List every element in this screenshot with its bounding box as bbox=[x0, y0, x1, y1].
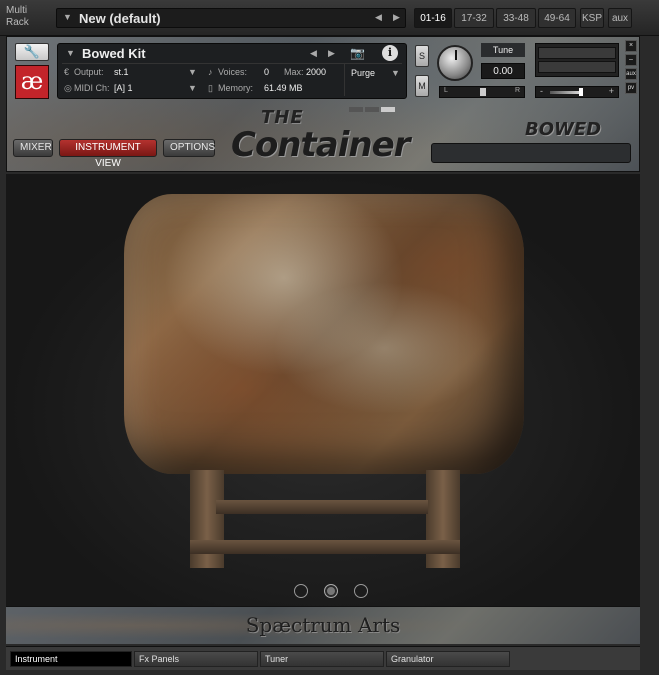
drum-stand-bar bbox=[216, 500, 428, 514]
solo-button[interactable]: S bbox=[415, 45, 429, 67]
volume-minus: - bbox=[540, 86, 543, 96]
output-value[interactable]: st.1 bbox=[114, 67, 129, 77]
meter-left bbox=[538, 47, 616, 59]
purge-control[interactable]: Purge ▼ bbox=[344, 64, 404, 112]
chevron-down-icon[interactable]: ▼ bbox=[63, 12, 72, 22]
output-icon: € bbox=[64, 67, 70, 77]
pan-handle[interactable] bbox=[480, 88, 486, 96]
title-container: Container bbox=[231, 125, 410, 165]
memory-value: 61.49 MB bbox=[264, 83, 303, 93]
instrument-view-button[interactable]: INSTRUMENT VIEW bbox=[59, 139, 157, 169]
multi-rack-label: Multi Rack bbox=[6, 5, 29, 28]
voices-label: Voices: bbox=[218, 67, 248, 77]
aux-toggle[interactable]: aux bbox=[625, 68, 637, 80]
volume-plus: + bbox=[608, 86, 614, 96]
kit-display-bar bbox=[431, 143, 631, 163]
tune-knob[interactable] bbox=[437, 45, 473, 81]
pan-slider[interactable]: L R bbox=[439, 86, 525, 98]
drum-stand-bar bbox=[190, 540, 460, 554]
volume-handle[interactable] bbox=[578, 88, 583, 96]
instrument-main-view bbox=[6, 174, 640, 606]
meter-right bbox=[538, 61, 616, 73]
chevron-down-icon[interactable]: ▼ bbox=[66, 48, 75, 58]
tune-label: Tune bbox=[481, 43, 525, 57]
bottom-tab-bar: Instrument Fx Panels Tuner Granulator bbox=[6, 646, 640, 670]
info-icon[interactable]: i bbox=[382, 45, 398, 61]
multi-rack-bar: Multi Rack ▼ New (default) ◀ ▶ 01-16 17-… bbox=[0, 0, 659, 36]
tune-value[interactable]: 0.00 bbox=[481, 63, 525, 79]
max-voices-label: Max: bbox=[284, 67, 304, 77]
midi-channel-label: MIDI Ch: bbox=[74, 83, 110, 93]
rack-tab-01-16[interactable]: 01-16 bbox=[414, 8, 452, 28]
rack-tab-33-48[interactable]: 33-48 bbox=[496, 8, 536, 28]
chevron-right-icon[interactable]: ▶ bbox=[328, 48, 335, 59]
volume-fill bbox=[550, 91, 581, 94]
chevron-down-icon[interactable]: ▼ bbox=[391, 68, 400, 78]
tab-instrument[interactable]: Instrument bbox=[10, 651, 132, 667]
drum-image[interactable] bbox=[124, 194, 524, 474]
voices-icon: ♪ bbox=[208, 67, 213, 77]
rack-name-selector[interactable]: ▼ New (default) ◀ ▶ bbox=[56, 8, 406, 28]
minimize-icon[interactable]: – bbox=[625, 54, 637, 66]
midi-icon: ◎ bbox=[64, 83, 72, 93]
page-dot-active[interactable] bbox=[324, 584, 338, 598]
purge-meter bbox=[349, 107, 363, 112]
page-dot[interactable] bbox=[294, 584, 308, 598]
chevron-down-icon[interactable]: ▼ bbox=[188, 83, 197, 93]
tab-fx-panels[interactable]: Fx Panels bbox=[134, 651, 258, 667]
max-voices-value[interactable]: 2000 bbox=[306, 67, 326, 77]
output-label: Output: bbox=[74, 67, 104, 77]
chevron-down-icon[interactable]: ▼ bbox=[188, 67, 197, 77]
pv-toggle[interactable]: pv bbox=[625, 82, 637, 94]
rack-tab-17-32[interactable]: 17-32 bbox=[454, 8, 494, 28]
voices-value: 0 bbox=[264, 67, 270, 77]
purge-label[interactable]: Purge bbox=[351, 68, 375, 78]
purge-meter bbox=[365, 107, 379, 112]
volume-slider[interactable]: - + bbox=[535, 86, 619, 98]
pan-right-label: R bbox=[514, 87, 520, 94]
mute-button[interactable]: M bbox=[415, 75, 429, 97]
rack-tab-49-64[interactable]: 49-64 bbox=[538, 8, 576, 28]
pan-left-label: L bbox=[444, 87, 448, 94]
options-button[interactable]: OPTIONS bbox=[163, 139, 215, 157]
purge-meter bbox=[381, 107, 395, 112]
instrument-name[interactable]: Bowed Kit bbox=[82, 46, 146, 61]
memory-icon: ▯ bbox=[208, 83, 213, 93]
wrench-icon[interactable]: 🔧 bbox=[15, 43, 49, 61]
instrument-info-panel: ▼ Bowed Kit ◀ ▶ 📷 i € Output: st.1 ▼ ♪ V… bbox=[57, 43, 407, 112]
chevron-left-icon[interactable]: ◀ bbox=[375, 12, 382, 23]
level-meter bbox=[535, 43, 619, 77]
memory-label: Memory: bbox=[218, 83, 254, 93]
tab-granulator[interactable]: Granulator bbox=[386, 651, 510, 667]
instrument-header: 🔧 æ ▼ Bowed Kit ◀ ▶ 📷 i € Output: st.1 ▼… bbox=[6, 36, 640, 172]
rack-tab-ksp[interactable]: KSP bbox=[580, 8, 604, 28]
close-icon[interactable]: × bbox=[625, 40, 637, 52]
instrument-logo: æ bbox=[15, 65, 49, 99]
mixer-button[interactable]: MIXER bbox=[13, 139, 53, 157]
kontakt-window: Multi Rack ▼ New (default) ◀ ▶ 01-16 17-… bbox=[0, 0, 659, 675]
midi-channel-value[interactable]: [A] 1 bbox=[114, 83, 133, 93]
rack-tab-aux[interactable]: aux bbox=[608, 8, 632, 28]
brand-name: Spæctrum Arts bbox=[245, 613, 401, 637]
chevron-right-icon[interactable]: ▶ bbox=[393, 12, 400, 23]
chevron-left-icon[interactable]: ◀ bbox=[310, 48, 317, 59]
page-dot[interactable] bbox=[354, 584, 368, 598]
camera-icon[interactable]: 📷 bbox=[350, 46, 365, 60]
tab-tuner[interactable]: Tuner bbox=[260, 651, 384, 667]
brand-bar: Spæctrum Arts bbox=[6, 606, 640, 644]
rack-name: New (default) bbox=[79, 11, 161, 26]
